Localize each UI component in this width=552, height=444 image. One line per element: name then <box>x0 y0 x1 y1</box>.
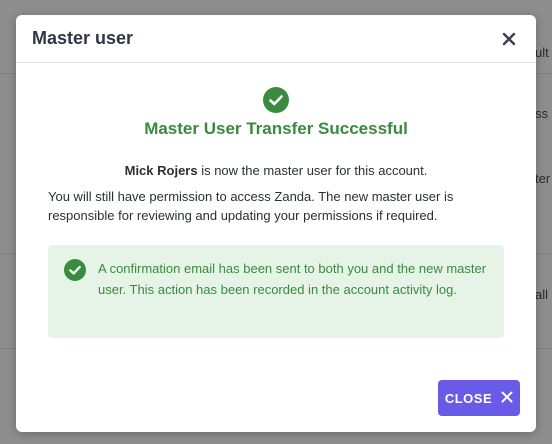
dialog-header: Master user <box>16 15 536 63</box>
new-master-user-name: Mick Rojers <box>124 163 198 178</box>
dialog-title: Master user <box>32 28 134 48</box>
permission-text: You will still have permission to access… <box>48 189 454 223</box>
background-text: ss <box>535 106 548 121</box>
master-user-dialog: Master user Master User Transfer Success… <box>16 15 536 432</box>
notice-text: A confirmation email has been sent to bo… <box>98 261 487 297</box>
background-text: all <box>535 287 549 302</box>
close-icon[interactable] <box>498 28 520 50</box>
close-icon <box>501 391 513 406</box>
close-button-label: CLOSE <box>444 390 493 406</box>
close-button[interactable]: CLOSE <box>438 380 520 416</box>
check-circle-icon <box>48 87 504 113</box>
dialog-body: Master User Transfer Successful Mick Roj… <box>16 87 536 338</box>
background-text: ult <box>535 45 549 60</box>
check-circle-icon <box>64 259 86 286</box>
background-text: ter <box>535 171 551 186</box>
confirmation-notice: A confirmation email has been sent to bo… <box>48 245 504 338</box>
transfer-statement: Mick Rojers is now the master user for t… <box>48 163 504 178</box>
statement-text: is now the master user for this account. <box>197 163 428 178</box>
success-title: Master User Transfer Successful <box>144 119 408 138</box>
